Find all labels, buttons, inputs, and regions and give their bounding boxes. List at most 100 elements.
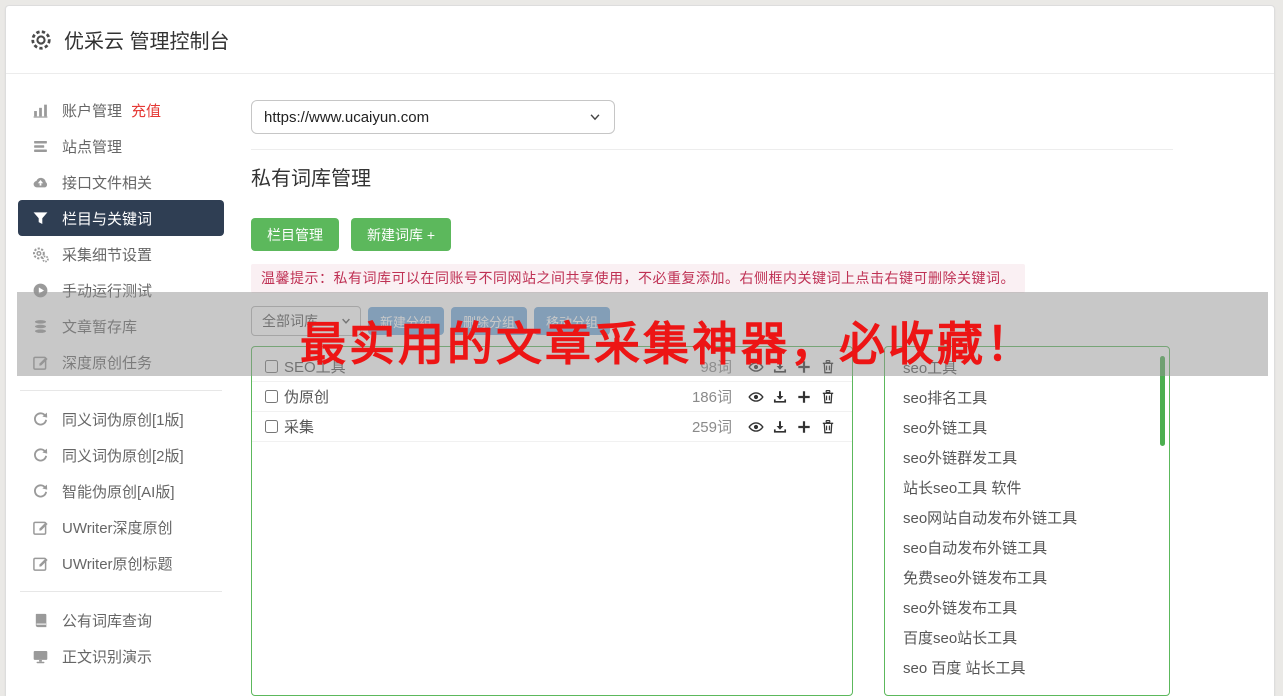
- play-circle-icon: [32, 282, 49, 299]
- chevron-down-icon: [340, 315, 352, 327]
- view-words-button[interactable]: [744, 356, 768, 378]
- sidebar: 账户管理 充值 站点管理 接口文件相关 栏目与关键词 采集细节设置 手动运行测试…: [18, 92, 224, 674]
- keyword-item[interactable]: seo工具: [885, 354, 1169, 384]
- download-words-button[interactable]: [768, 416, 792, 438]
- word-count: 259词: [691, 419, 732, 436]
- lexicon-filter-select[interactable]: 全部词库: [251, 306, 361, 336]
- row-checkbox[interactable]: [265, 420, 278, 433]
- eye-icon: [748, 419, 764, 435]
- sidebar-item-site-manage[interactable]: 站点管理: [18, 128, 224, 164]
- word-count: 186词: [691, 389, 732, 406]
- delete-lexicon-button[interactable]: [816, 416, 840, 438]
- table-row: 采集 259词: [252, 412, 852, 442]
- scrollbar-thumb[interactable]: [1160, 356, 1165, 446]
- chevron-down-icon: [588, 110, 602, 124]
- main-window: 优采云 管理控制台 账户管理 充值 站点管理 接口文件相关 栏目与关键词 采集细…: [5, 5, 1275, 696]
- add-words-button[interactable]: [792, 416, 816, 438]
- lexicon-name: 伪原创: [284, 389, 330, 406]
- refresh-icon: [32, 483, 49, 500]
- delete-lexicon-button[interactable]: [816, 386, 840, 408]
- refresh-icon: [32, 411, 49, 428]
- table-row: 伪原创 186词: [252, 382, 852, 412]
- download-icon: [772, 419, 788, 435]
- cloud-upload-icon: [32, 174, 49, 191]
- sidebar-item-label: 手动运行测试: [62, 282, 153, 300]
- lexicon-filter-value: 全部词库: [262, 313, 318, 329]
- sidebar-item-manual-run-test[interactable]: 手动运行测试: [18, 272, 224, 308]
- action-buttons: 栏目管理 新建词库 +: [251, 218, 1173, 251]
- tip-banner: 温馨提示：私有词库可以在同账号不同网站之间共享使用，不必重复添加。右侧框内关键词…: [251, 264, 1025, 293]
- add-words-button[interactable]: [792, 386, 816, 408]
- sidebar-item-uwriter-original-title[interactable]: UWriter原创标题: [18, 545, 224, 581]
- keyword-item[interactable]: seo外链发布工具: [885, 594, 1169, 624]
- add-words-button[interactable]: [792, 356, 816, 378]
- gears-icon: [32, 246, 49, 263]
- bar-chart-icon: [32, 102, 49, 119]
- row-checkbox[interactable]: [265, 360, 278, 373]
- sidebar-item-label: 正文识别演示: [62, 648, 153, 666]
- section-divider: [251, 149, 1173, 150]
- sidebar-item-label: 文章暂存库: [62, 318, 138, 336]
- eye-icon: [748, 389, 764, 405]
- sidebar-item-uwriter-deep-original[interactable]: UWriter深度原创: [18, 509, 224, 545]
- keyword-item[interactable]: seo 百度 站长工具: [885, 654, 1169, 684]
- new-lexicon-button[interactable]: 新建词库 +: [351, 218, 452, 251]
- sidebar-item-account-manage[interactable]: 账户管理 充值: [18, 92, 224, 128]
- keyword-item[interactable]: 百度seo站长工具: [885, 624, 1169, 654]
- page-title: 私有词库管理: [251, 168, 371, 190]
- view-words-button[interactable]: [744, 386, 768, 408]
- site-select-value: https://www.ucaiyun.com: [264, 108, 430, 126]
- sidebar-item-label: 接口文件相关: [62, 174, 153, 192]
- recharge-link[interactable]: 充值: [131, 100, 161, 121]
- site-select[interactable]: https://www.ucaiyun.com: [251, 100, 615, 134]
- lexicon-table: SEO工具 98词 伪原创 186词 采集 259词: [251, 346, 853, 696]
- keyword-item[interactable]: seo自动发布外链工具: [885, 534, 1169, 564]
- sidebar-item-label: 同义词伪原创[1版]: [62, 411, 184, 429]
- sidebar-item-synonym-pseudo-v1[interactable]: 同义词伪原创[1版]: [18, 401, 224, 437]
- sidebar-item-label: 采集细节设置: [62, 246, 153, 264]
- sidebar-item-collect-settings[interactable]: 采集细节设置: [18, 236, 224, 272]
- trash-icon: [820, 419, 836, 435]
- sidebar-item-deep-original-task[interactable]: 深度原创任务: [18, 344, 224, 380]
- lexicon-name: SEO工具: [284, 359, 346, 376]
- delete-lexicon-button[interactable]: [816, 356, 840, 378]
- sidebar-item-ai-pseudo[interactable]: 智能伪原创[AI版]: [18, 473, 224, 509]
- delete-group-button[interactable]: 删除分组: [451, 307, 528, 335]
- move-group-button[interactable]: 移动分组: [534, 307, 611, 335]
- download-icon: [772, 389, 788, 405]
- sidebar-divider: [20, 390, 222, 391]
- edit-icon: [32, 555, 49, 572]
- sidebar-divider: [20, 591, 222, 592]
- keyword-item[interactable]: 站长seo工具 软件: [885, 474, 1169, 504]
- new-group-button[interactable]: 新建分组: [368, 307, 445, 335]
- keyword-item[interactable]: seo排名工具: [885, 384, 1169, 414]
- sidebar-item-label: 同义词伪原创[2版]: [62, 447, 184, 465]
- sidebar-item-content-extract-demo[interactable]: 正文识别演示: [18, 638, 224, 674]
- table-row: SEO工具 98词: [252, 352, 852, 382]
- eye-icon: [748, 359, 764, 375]
- edit-icon: [32, 519, 49, 536]
- view-words-button[interactable]: [744, 416, 768, 438]
- row-checkbox[interactable]: [265, 390, 278, 403]
- keyword-item[interactable]: 免费seo外链发布工具: [885, 564, 1169, 594]
- keyword-item[interactable]: seo外链工具: [885, 414, 1169, 444]
- lexicon-name: 采集: [284, 419, 315, 436]
- content-panels: SEO工具 98词 伪原创 186词 采集 259词 seo工具 seo排名工具…: [251, 346, 1173, 696]
- download-words-button[interactable]: [768, 356, 792, 378]
- sidebar-item-public-lexicon-query[interactable]: 公有词库查询: [18, 602, 224, 638]
- keyword-item[interactable]: seo外链群发工具: [885, 444, 1169, 474]
- sidebar-item-synonym-pseudo-v2[interactable]: 同义词伪原创[2版]: [18, 437, 224, 473]
- gear-icon: [30, 29, 52, 51]
- sidebar-item-label: 公有词库查询: [62, 612, 153, 630]
- sidebar-item-columns-keywords[interactable]: 栏目与关键词: [18, 200, 224, 236]
- main-content: https://www.ucaiyun.com 私有词库管理 栏目管理 新建词库…: [251, 74, 1173, 696]
- sidebar-item-label: UWriter原创标题: [62, 555, 173, 573]
- keyword-item[interactable]: seo网站自动发布外链工具: [885, 504, 1169, 534]
- database-icon: [32, 318, 49, 335]
- sidebar-item-label: 账户管理: [62, 102, 123, 120]
- download-words-button[interactable]: [768, 386, 792, 408]
- sidebar-item-api-files[interactable]: 接口文件相关: [18, 164, 224, 200]
- column-manage-button[interactable]: 栏目管理: [251, 218, 339, 251]
- sidebar-item-article-temp-store[interactable]: 文章暂存库: [18, 308, 224, 344]
- download-icon: [772, 359, 788, 375]
